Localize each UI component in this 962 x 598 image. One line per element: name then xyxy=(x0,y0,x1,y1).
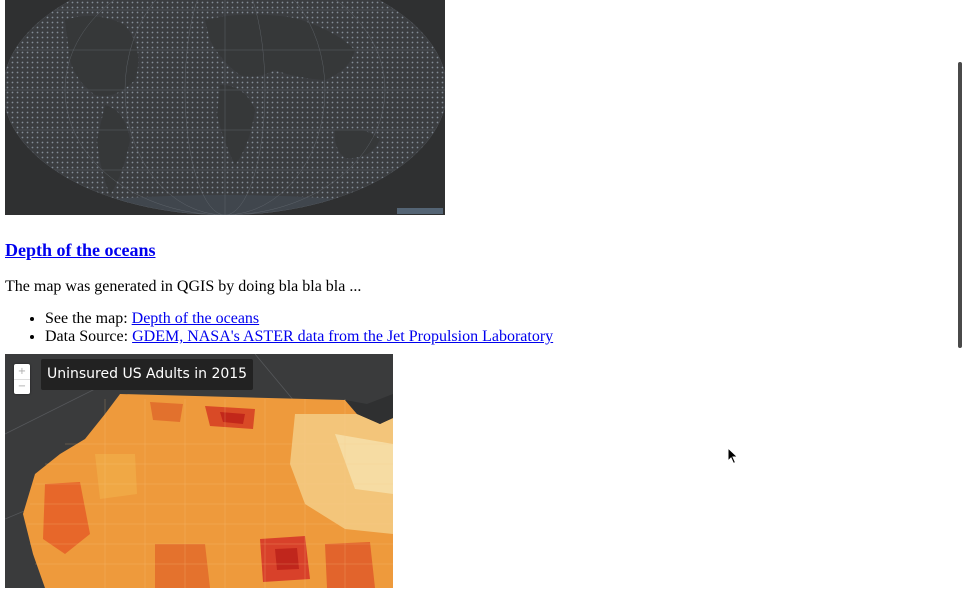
arrow-cursor-icon xyxy=(727,447,739,465)
data-source-link[interactable]: GDEM, NASA's ASTER data from the Jet Pro… xyxy=(132,328,553,345)
see-map-link[interactable]: Depth of the oceans xyxy=(132,310,260,327)
data-source-label: Data Source: xyxy=(45,328,129,345)
page-content: Depth of the oceans The map was generate… xyxy=(5,0,925,588)
ocean-map-graphic xyxy=(5,0,445,215)
list-item-data-source: Data Source: GDEM, NASA's ASTER data fro… xyxy=(45,328,925,346)
see-map-label: See the map: xyxy=(45,310,128,327)
post-title: Depth of the oceans xyxy=(5,239,925,261)
zoom-in-button[interactable]: + xyxy=(14,364,30,379)
zoom-out-button[interactable]: − xyxy=(14,379,30,394)
post-meta-list: See the map: Depth of the oceans Data So… xyxy=(5,310,925,346)
post-description: The map was generated in QGIS by doing b… xyxy=(5,278,362,295)
uninsured-us-adults-map-image[interactable]: + − Uninsured US Adults in 2015 xyxy=(5,354,393,588)
page-scrollbar[interactable] xyxy=(958,62,962,348)
ocean-depth-map-image[interactable] xyxy=(5,0,445,215)
map-zoom-control: + − xyxy=(14,364,30,394)
list-item-see-map: See the map: Depth of the oceans xyxy=(45,310,925,328)
map-attribution-badge[interactable] xyxy=(397,208,443,214)
post-title-link[interactable]: Depth of the oceans xyxy=(5,240,156,260)
us-map-title: Uninsured US Adults in 2015 xyxy=(41,359,254,390)
